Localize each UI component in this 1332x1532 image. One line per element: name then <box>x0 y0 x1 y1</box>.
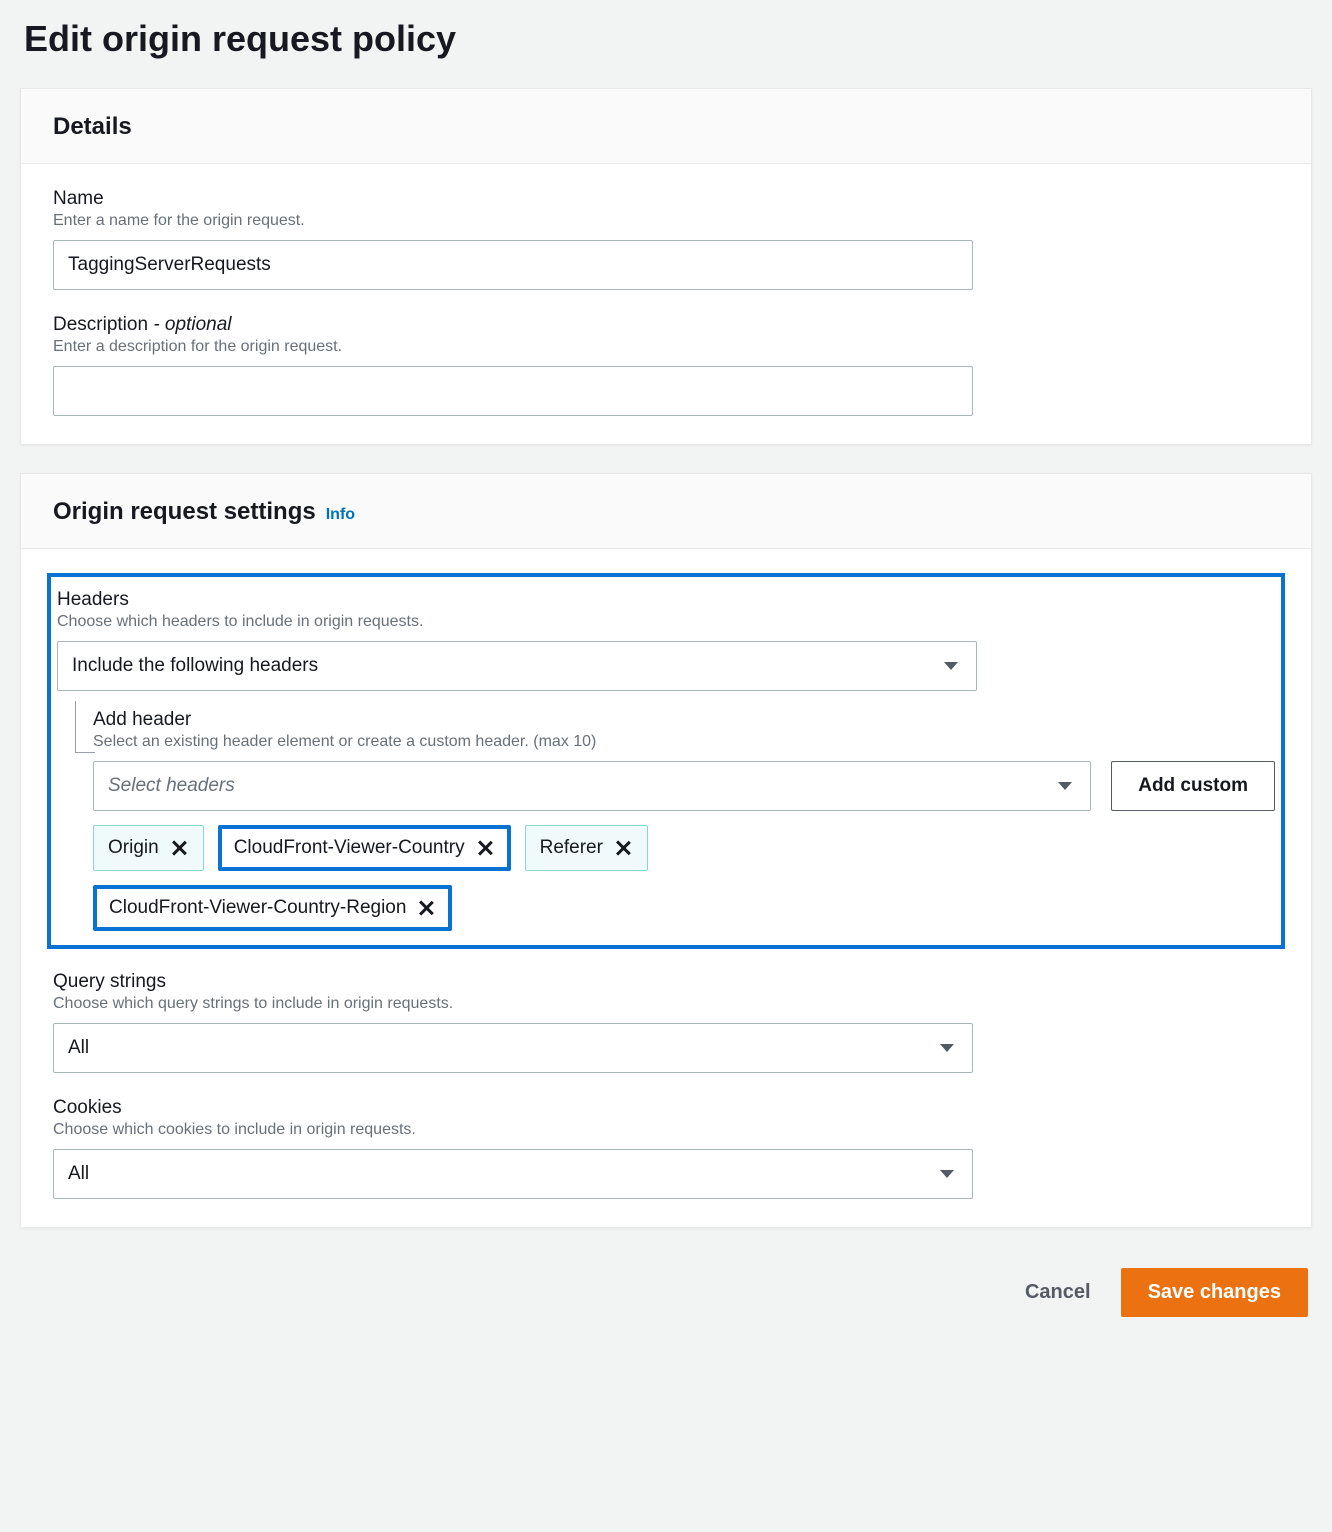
select-headers-placeholder: Select headers <box>108 775 235 797</box>
connector-line <box>75 701 95 753</box>
header-tag-label: CloudFront-Viewer-Country <box>234 837 465 859</box>
description-label-text: Description <box>53 314 148 335</box>
header-tag-cloudfront-viewer-country-region: CloudFront-Viewer-Country-Region <box>93 885 452 931</box>
name-field: Name Enter a name for the origin request… <box>53 188 1279 290</box>
query-strings-field: Query strings Choose which query strings… <box>53 971 1279 1073</box>
details-panel: Details Name Enter a name for the origin… <box>20 88 1312 445</box>
save-button[interactable]: Save changes <box>1121 1268 1308 1317</box>
header-tags-row-1: Origin CloudFront-Viewer-Country Referer <box>57 825 1275 871</box>
settings-panel: Origin request settings Info Headers Cho… <box>20 473 1312 1228</box>
footer-actions: Cancel Save changes <box>20 1256 1312 1329</box>
query-strings-select[interactable]: All <box>53 1023 973 1073</box>
cookies-select[interactable]: All <box>53 1149 973 1199</box>
headers-label: Headers <box>57 589 1275 611</box>
header-tags-row-2: CloudFront-Viewer-Country-Region <box>57 885 1275 931</box>
settings-heading: Origin request settings <box>53 498 316 526</box>
add-header-label: Add header <box>93 709 1275 731</box>
details-header: Details <box>21 89 1311 164</box>
headers-hint: Choose which headers to include in origi… <box>57 613 1275 631</box>
info-link[interactable]: Info <box>326 506 355 524</box>
description-hint: Enter a description for the origin reque… <box>53 338 1279 356</box>
headers-highlight: Headers Choose which headers to include … <box>47 573 1285 949</box>
close-icon[interactable] <box>416 898 436 918</box>
header-tag-label: Referer <box>540 837 603 859</box>
name-label: Name <box>53 188 1279 210</box>
add-custom-button[interactable]: Add custom <box>1111 761 1275 811</box>
details-heading: Details <box>53 113 132 141</box>
description-input[interactable] <box>53 366 973 416</box>
settings-header: Origin request settings Info <box>21 474 1311 549</box>
page-title: Edit origin request policy <box>20 0 1312 88</box>
header-tag-origin: Origin <box>93 825 204 871</box>
query-strings-hint: Choose which query strings to include in… <box>53 995 1279 1013</box>
select-headers-dropdown[interactable]: Select headers <box>93 761 1091 811</box>
cancel-button[interactable]: Cancel <box>1017 1268 1099 1317</box>
cookies-select-value: All <box>68 1163 89 1185</box>
description-field: Description - optional Enter a descripti… <box>53 314 1279 416</box>
headers-select-value: Include the following headers <box>72 655 318 677</box>
cookies-hint: Choose which cookies to include in origi… <box>53 1121 1279 1139</box>
name-hint: Enter a name for the origin request. <box>53 212 1279 230</box>
header-tag-label: CloudFront-Viewer-Country-Region <box>109 897 406 919</box>
description-label: Description - optional <box>53 314 1279 336</box>
headers-select[interactable]: Include the following headers <box>57 641 977 691</box>
chevron-down-icon <box>940 1170 954 1178</box>
name-input[interactable] <box>53 240 973 290</box>
chevron-down-icon <box>1058 782 1072 790</box>
close-icon[interactable] <box>475 838 495 858</box>
description-optional: - optional <box>153 314 231 335</box>
header-tag-cloudfront-viewer-country: CloudFront-Viewer-Country <box>218 825 511 871</box>
close-icon[interactable] <box>613 838 633 858</box>
header-tag-referer: Referer <box>525 825 648 871</box>
cookies-field: Cookies Choose which cookies to include … <box>53 1097 1279 1199</box>
query-strings-select-value: All <box>68 1037 89 1059</box>
add-header-subsection: Add header Select an existing header ele… <box>57 709 1275 811</box>
header-tag-label: Origin <box>108 837 159 859</box>
query-strings-label: Query strings <box>53 971 1279 993</box>
add-header-hint: Select an existing header element or cre… <box>93 733 1275 751</box>
close-icon[interactable] <box>169 838 189 858</box>
chevron-down-icon <box>944 662 958 670</box>
chevron-down-icon <box>940 1044 954 1052</box>
cookies-label: Cookies <box>53 1097 1279 1119</box>
